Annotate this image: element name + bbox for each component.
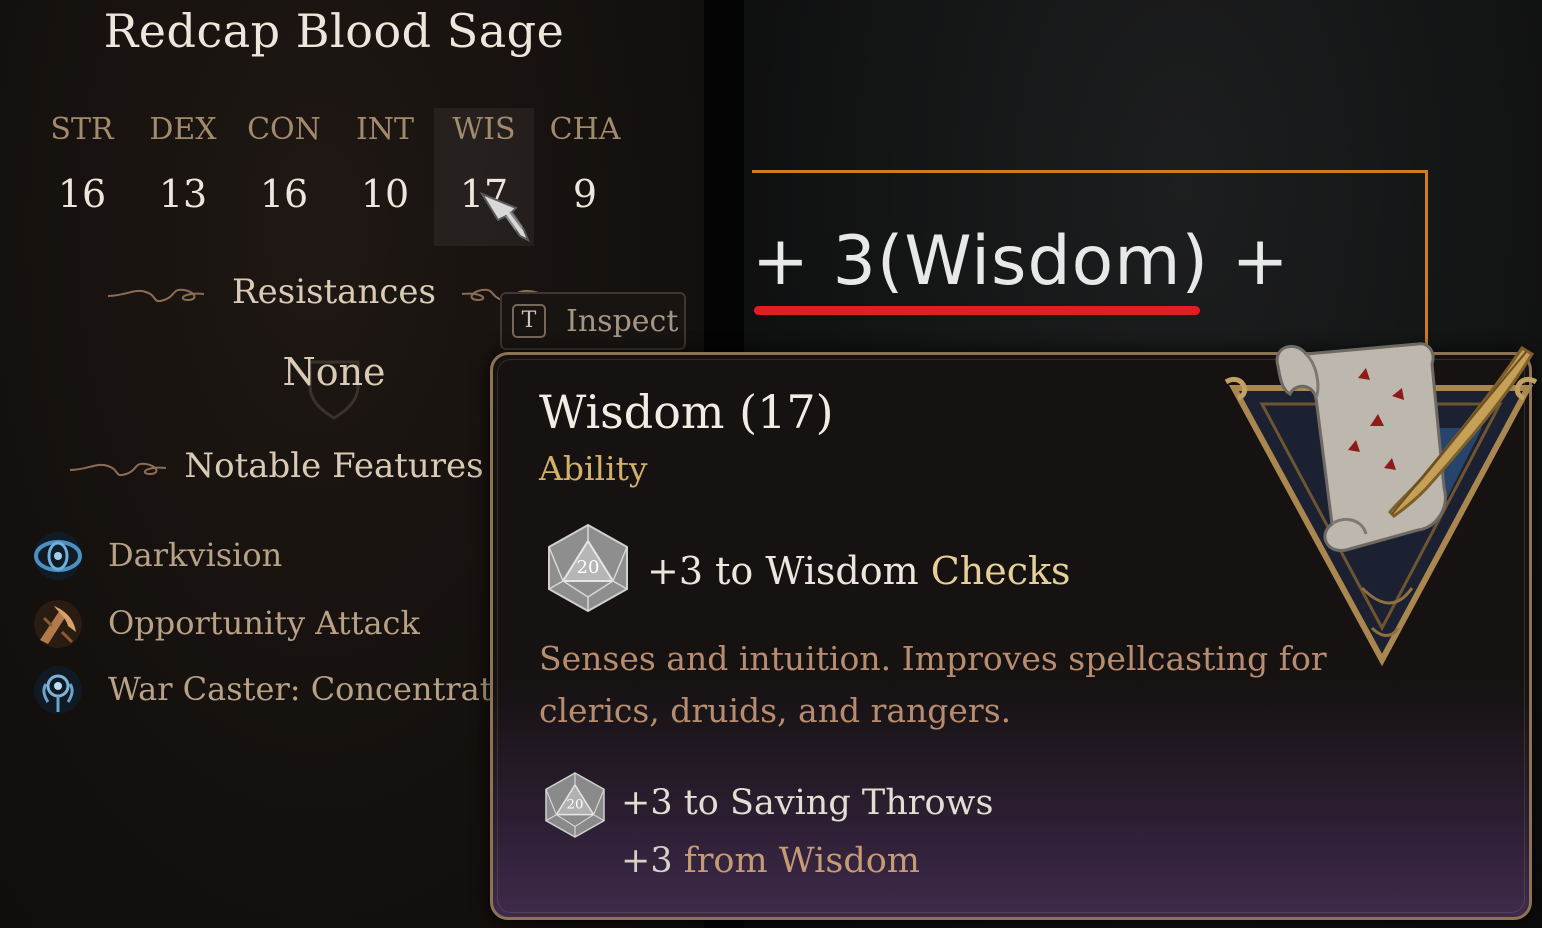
d20-face-label: 20 [566, 798, 583, 813]
feature-label: Opportunity Attack [108, 604, 420, 642]
wisdom-check-bonus: +3 to Wisdom Checks [647, 549, 1071, 593]
feature-label: Darkvision [108, 536, 283, 574]
feature-label: War Caster: Concentration [108, 670, 543, 708]
from-value: +3 [621, 841, 684, 881]
darkvision-icon [34, 532, 82, 580]
war-caster-icon [34, 666, 82, 714]
from-source: from Wisdom [683, 841, 920, 881]
scroll-quill-emblem-icon [1224, 342, 1538, 667]
inspect-label: Inspect [566, 304, 679, 339]
ability-value: 16 [259, 172, 309, 216]
ability-label: INT [355, 112, 415, 147]
ability-con[interactable]: CON 16 [234, 108, 334, 246]
saving-throw-bonus: +3 to Saving Throws [621, 783, 994, 823]
ability-label: DEX [149, 112, 217, 147]
d20-die-small-icon: 20 [545, 772, 605, 838]
inspect-key: T [512, 304, 546, 338]
formula-underline [754, 306, 1200, 315]
ability-label: WIS [452, 112, 516, 147]
ability-int[interactable]: INT 10 [335, 108, 435, 246]
tooltip-subtitle: Ability [539, 449, 648, 488]
cursor-gauntlet-icon [479, 191, 530, 243]
ability-label: STR [50, 112, 114, 147]
ability-label: CHA [549, 112, 621, 147]
d20-die-icon: 20 [548, 523, 628, 613]
ability-value: 10 [360, 172, 410, 216]
ability-value: 16 [57, 172, 107, 216]
saving-throw-source: +3 from Wisdom [621, 841, 920, 881]
ability-cha[interactable]: CHA 9 [535, 108, 635, 246]
tooltip-title: Wisdom (17) [539, 385, 834, 439]
ability-label: CON [247, 112, 321, 147]
character-name: Redcap Blood Sage [103, 4, 565, 58]
ability-value: 13 [158, 172, 208, 216]
ability-str[interactable]: STR 16 [32, 108, 132, 246]
opportunity-attack-icon [34, 600, 82, 648]
d20-face-label: 20 [577, 557, 600, 578]
ability-dex[interactable]: DEX 13 [133, 108, 233, 246]
formula-text: + 3(Wisdom) + [752, 222, 1290, 301]
inspect-hint[interactable]: T Inspect [500, 292, 686, 350]
check-bonus-text: +3 to Wisdom [647, 549, 919, 593]
ability-value: 9 [572, 172, 598, 216]
check-bonus-accent: Checks [918, 549, 1071, 593]
